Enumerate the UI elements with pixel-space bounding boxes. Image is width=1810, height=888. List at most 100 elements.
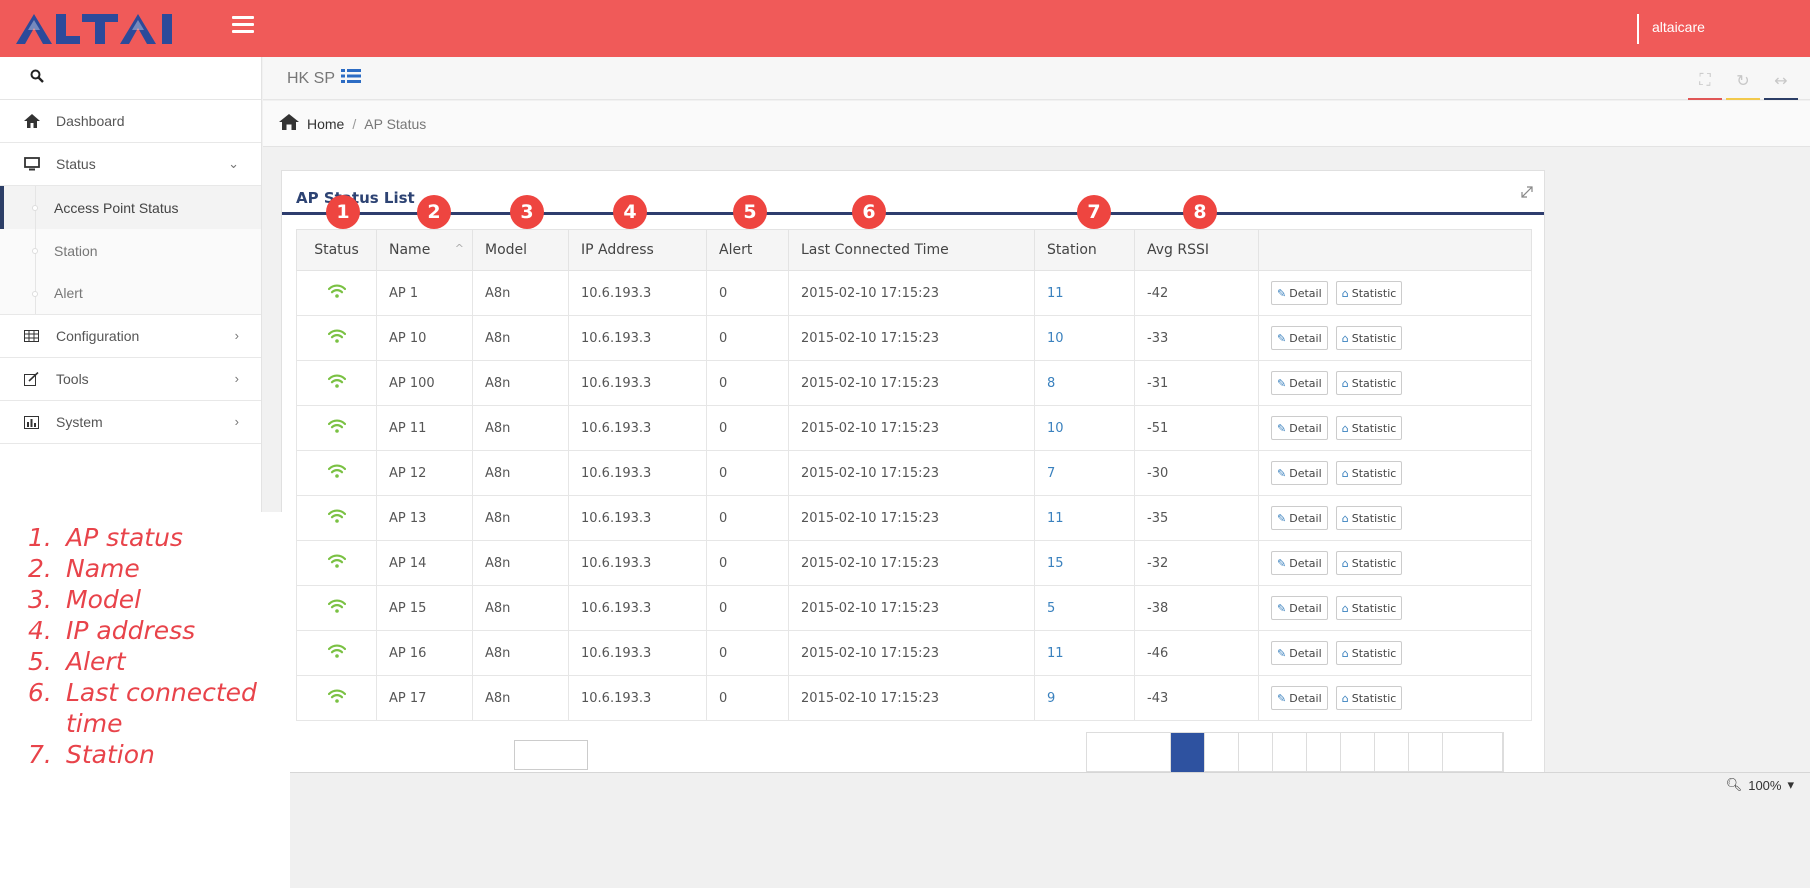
detail-button[interactable]: ✎ Detail	[1271, 641, 1328, 665]
statistic-button[interactable]: ⌂ Statistic	[1335, 686, 1403, 710]
model-cell: A8n	[472, 495, 569, 541]
annotation-badge-6: 6	[852, 195, 886, 229]
column-header-avg-rssi[interactable]: Avg RSSI	[1134, 229, 1259, 271]
edit-icon: ✎	[1277, 421, 1287, 435]
column-header-alert[interactable]: Alert	[706, 229, 789, 271]
legend-number: 6.	[28, 678, 52, 707]
status-cell	[296, 630, 377, 676]
active-indicator	[0, 186, 4, 229]
annotation-badge-7: 7	[1077, 195, 1111, 229]
altai-logo[interactable]	[14, 12, 214, 46]
list-icon[interactable]	[341, 68, 362, 89]
statistic-button[interactable]: ⌂ Statistic	[1335, 281, 1403, 305]
breadcrumb-home-link[interactable]: Home	[307, 116, 344, 132]
detail-button[interactable]: ✎ Detail	[1271, 281, 1328, 305]
station-cell: 9	[1034, 675, 1135, 721]
station-link[interactable]: 11	[1047, 511, 1064, 526]
detail-button[interactable]: ✎ Detail	[1271, 461, 1328, 485]
statistic-button[interactable]: ⌂ Statistic	[1335, 461, 1403, 485]
station-link[interactable]: 11	[1047, 286, 1064, 301]
statistic-button[interactable]: ⌂ Statistic	[1335, 596, 1403, 620]
column-header-model[interactable]: Model	[472, 229, 569, 271]
detail-button[interactable]: ✎ Detail	[1271, 416, 1328, 440]
pagination-previous[interactable]	[1087, 733, 1171, 773]
home-icon: ⌂	[1341, 466, 1349, 480]
station-link[interactable]: 9	[1047, 691, 1055, 706]
column-header-name[interactable]: Name ^	[376, 229, 473, 271]
detail-button[interactable]: ✎ Detail	[1271, 686, 1328, 710]
chevron-right-icon: ›	[234, 414, 239, 429]
sidebar-item-alert[interactable]: Alert	[0, 272, 261, 315]
fullscreen-tool[interactable]: ⛶	[1686, 66, 1724, 100]
sidebar-item-dashboard[interactable]: Dashboard	[0, 100, 261, 143]
legend-text: Alert	[66, 647, 126, 676]
site-selector[interactable]: HK SP	[287, 68, 362, 89]
station-link[interactable]: 10	[1047, 331, 1064, 346]
detail-button[interactable]: ✎ Detail	[1271, 596, 1328, 620]
pagination-page[interactable]	[1409, 733, 1443, 773]
name-cell: AP 10	[376, 315, 473, 361]
detail-button[interactable]: ✎ Detail	[1271, 326, 1328, 350]
pagination-page[interactable]	[1375, 733, 1409, 773]
username-menu[interactable]: altaicare	[1652, 19, 1705, 35]
edit-icon: ✎	[1277, 511, 1287, 525]
zoom-control[interactable]: 🔍︎ 100% ▾	[1726, 777, 1794, 793]
pagination-page[interactable]	[1239, 733, 1273, 773]
sidebar-item-access-point-status[interactable]: Access Point Status	[0, 186, 261, 229]
statistic-button[interactable]: ⌂ Statistic	[1335, 641, 1403, 665]
statistic-button[interactable]: ⌂ Statistic	[1335, 326, 1403, 350]
sidebar-item-status[interactable]: Status ⌄	[0, 143, 261, 186]
column-header-last-connected-time[interactable]: Last Connected Time	[788, 229, 1035, 271]
refresh-tool[interactable]: ↻	[1724, 66, 1762, 100]
statistic-button[interactable]: ⌂ Statistic	[1335, 506, 1403, 530]
column-header-status[interactable]: Status	[296, 229, 377, 271]
refresh-icon: ↻	[1736, 70, 1750, 90]
detail-button[interactable]: ✎ Detail	[1271, 506, 1328, 530]
statistic-button[interactable]: ⌂ Statistic	[1335, 551, 1403, 575]
browser-status-bar: 🔍︎ 100% ▾	[262, 772, 1810, 888]
page-size-select[interactable]	[514, 740, 588, 770]
station-link[interactable]: 8	[1047, 376, 1055, 391]
rssi-cell: -35	[1134, 495, 1259, 541]
pagination-page[interactable]	[1341, 733, 1375, 773]
home-icon: ⌂	[1341, 376, 1349, 390]
width-tool[interactable]: ↔	[1762, 66, 1800, 100]
sidebar-item-tools[interactable]: Tools ›	[0, 358, 261, 401]
station-link[interactable]: 7	[1047, 466, 1055, 481]
column-header-ip-address[interactable]: IP Address	[568, 229, 707, 271]
pagination-page-1[interactable]	[1171, 733, 1205, 773]
pagination-page[interactable]	[1307, 733, 1341, 773]
edit-icon: ✎	[1277, 331, 1287, 345]
table-row: AP 15 A8n 10.6.193.3 0 2015-02-10 17:15:…	[296, 585, 1532, 631]
statistic-button[interactable]: ⌂ Statistic	[1335, 416, 1403, 440]
sidebar-item-station[interactable]: Station	[0, 229, 261, 272]
time-cell: 2015-02-10 17:15:23	[788, 270, 1035, 316]
legend-number: 5.	[28, 647, 52, 676]
sidebar-item-system[interactable]: System ›	[0, 401, 261, 444]
detail-button[interactable]: ✎ Detail	[1271, 371, 1328, 395]
rssi-cell: -51	[1134, 405, 1259, 451]
station-link[interactable]: 10	[1047, 421, 1064, 436]
legend-number: 1.	[28, 523, 52, 552]
station-link[interactable]: 15	[1047, 556, 1064, 571]
pagination-page[interactable]	[1205, 733, 1239, 773]
column-header-station[interactable]: Station	[1034, 229, 1135, 271]
statistic-button[interactable]: ⌂ Statistic	[1335, 371, 1403, 395]
sidebar-item-configuration[interactable]: Configuration ›	[0, 315, 261, 358]
station-link[interactable]: 5	[1047, 601, 1055, 616]
station-link[interactable]: 11	[1047, 646, 1064, 661]
detail-button[interactable]: ✎ Detail	[1271, 551, 1328, 575]
legend-item: 3. Model	[28, 584, 290, 615]
expand-icon[interactable]	[1520, 185, 1534, 199]
edit-icon: ✎	[1277, 376, 1287, 390]
name-cell: AP 12	[376, 450, 473, 496]
model-cell: A8n	[472, 540, 569, 586]
pagination-page[interactable]	[1273, 733, 1307, 773]
sidebar-search[interactable]	[0, 57, 261, 100]
sidebar-item-label: Tools	[56, 371, 89, 387]
home-icon	[24, 113, 46, 129]
pagination-next[interactable]	[1443, 733, 1503, 773]
menu-toggle-icon[interactable]	[232, 16, 254, 38]
search-icon[interactable]	[30, 69, 44, 83]
statistic-label: Statistic	[1351, 376, 1397, 390]
